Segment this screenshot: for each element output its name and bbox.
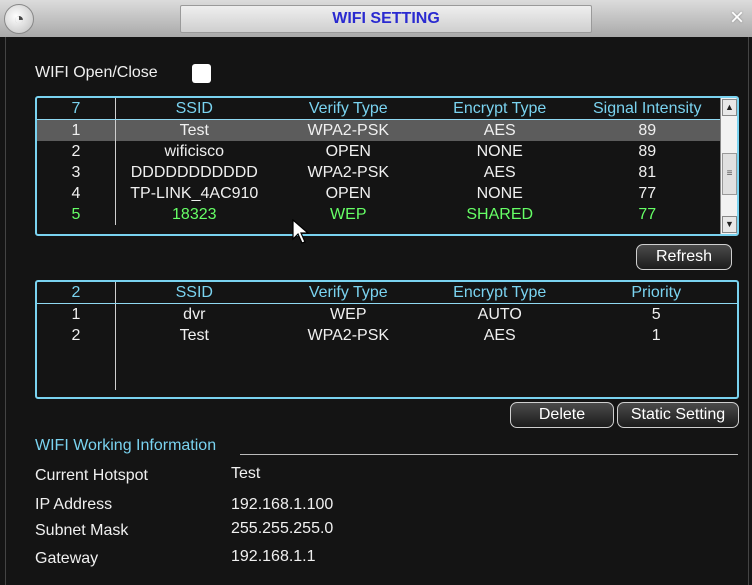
- table-row[interactable]: 1 dvr WEP AUTO 5: [37, 303, 737, 325]
- scan-verify-header: Verify Type: [272, 98, 424, 120]
- row-signal: 89: [575, 119, 720, 141]
- row-ssid: 18323: [172, 205, 217, 223]
- row-ssid: DDDDDDDDDDD: [130, 163, 258, 181]
- scroll-up-icon[interactable]: ▲: [722, 99, 737, 116]
- subnet-mask-label: Subnet Mask: [35, 522, 129, 539]
- row-encrypt: AES: [483, 163, 516, 181]
- row-index: 2: [37, 141, 117, 162]
- mouse-cursor-icon: [292, 219, 310, 244]
- ip-address-value: 192.168.1.100: [231, 496, 334, 513]
- window-title: WIFI SETTING: [180, 5, 592, 33]
- scrollbar[interactable]: ▲ ≡ ▼: [720, 98, 737, 234]
- wifi-toggle-label: WIFI Open/Close: [35, 64, 158, 81]
- close-icon[interactable]: ×: [730, 4, 744, 32]
- saved-priority-header: Priority: [575, 282, 737, 304]
- gateway-value: 192.168.1.1: [231, 548, 316, 565]
- scan-encrypt-header: Encrypt Type: [424, 98, 576, 120]
- scroll-down-icon[interactable]: ▼: [722, 216, 737, 233]
- info-section-title: WIFI Working Information: [35, 437, 217, 454]
- current-hotspot-label: Current Hotspot: [35, 467, 148, 484]
- row-index: 2: [37, 325, 117, 346]
- row-ssid: TP-LINK_4AC910: [130, 184, 259, 202]
- row-ssid: Test: [179, 326, 209, 344]
- delete-button[interactable]: Delete: [510, 402, 614, 428]
- logo-icon: ◔: [4, 4, 34, 34]
- row-verify: WPA2-PSK: [272, 119, 424, 141]
- table-row[interactable]: 1 Test WPA2-PSK AES 89: [37, 119, 737, 141]
- row-priority: 1: [651, 326, 661, 344]
- row-verify: WPA2-PSK: [307, 163, 390, 181]
- row-encrypt: SHARED: [466, 205, 534, 223]
- saved-count-header: 2: [37, 282, 117, 304]
- section-divider: [240, 454, 738, 455]
- row-index: 5: [37, 204, 117, 225]
- saved-network-table: 2 SSID Verify Type Encrypt Type Priority…: [35, 280, 739, 399]
- row-index: 3: [37, 162, 117, 183]
- current-hotspot-value: Test: [231, 465, 261, 482]
- row-index: 1: [37, 303, 117, 325]
- subnet-mask-value: 255.255.255.0: [231, 520, 334, 537]
- row-signal: 77: [638, 205, 657, 223]
- scan-ssid-header: SSID: [115, 98, 273, 120]
- row-encrypt: AUTO: [477, 305, 522, 323]
- table-row[interactable]: 4 TP-LINK_4AC910 OPEN NONE 77: [37, 183, 737, 204]
- row-ssid: Test: [115, 119, 273, 141]
- row-signal: 89: [638, 142, 657, 160]
- scan-count-header: 7: [37, 98, 117, 120]
- row-priority: 5: [651, 305, 661, 323]
- row-signal: 77: [638, 184, 657, 202]
- table-row[interactable]: 5 18323 WEP SHARED 77: [37, 204, 737, 225]
- row-verify: OPEN: [325, 184, 371, 202]
- table-row[interactable]: 2 wificisco OPEN NONE 89: [37, 141, 737, 162]
- static-setting-button[interactable]: Static Setting: [617, 402, 739, 428]
- table-row: [37, 346, 737, 390]
- row-verify: WEP: [330, 305, 367, 323]
- title-bar: ◔ WIFI SETTING ×: [0, 0, 752, 37]
- saved-verify-header: Verify Type: [272, 282, 424, 304]
- row-ssid: wificisco: [164, 142, 225, 160]
- saved-ssid-header: SSID: [115, 282, 273, 304]
- row-verify: WPA2-PSK: [307, 326, 390, 344]
- scan-network-table: 7 SSID Verify Type Encrypt Type Signal I…: [35, 96, 739, 236]
- refresh-button[interactable]: Refresh: [636, 244, 732, 270]
- table-row[interactable]: 2 Test WPA2-PSK AES 1: [37, 325, 737, 346]
- gateway-label: Gateway: [35, 550, 99, 567]
- scan-signal-header: Signal Intensity: [575, 98, 720, 120]
- row-encrypt: NONE: [476, 142, 523, 160]
- ip-address-label: IP Address: [35, 496, 113, 513]
- scroll-thumb[interactable]: ≡: [722, 153, 737, 195]
- row-index: 1: [37, 119, 117, 141]
- row-encrypt: AES: [424, 119, 576, 141]
- row-encrypt: NONE: [476, 184, 523, 202]
- row-signal: 81: [638, 163, 657, 181]
- table-row[interactable]: 3 DDDDDDDDDDD WPA2-PSK AES 81: [37, 162, 737, 183]
- row-verify: OPEN: [325, 142, 371, 160]
- saved-encrypt-header: Encrypt Type: [424, 282, 576, 304]
- wifi-toggle-checkbox[interactable]: [192, 64, 211, 83]
- row-index: 4: [37, 183, 117, 204]
- row-encrypt: AES: [483, 326, 516, 344]
- row-ssid: dvr: [183, 305, 206, 323]
